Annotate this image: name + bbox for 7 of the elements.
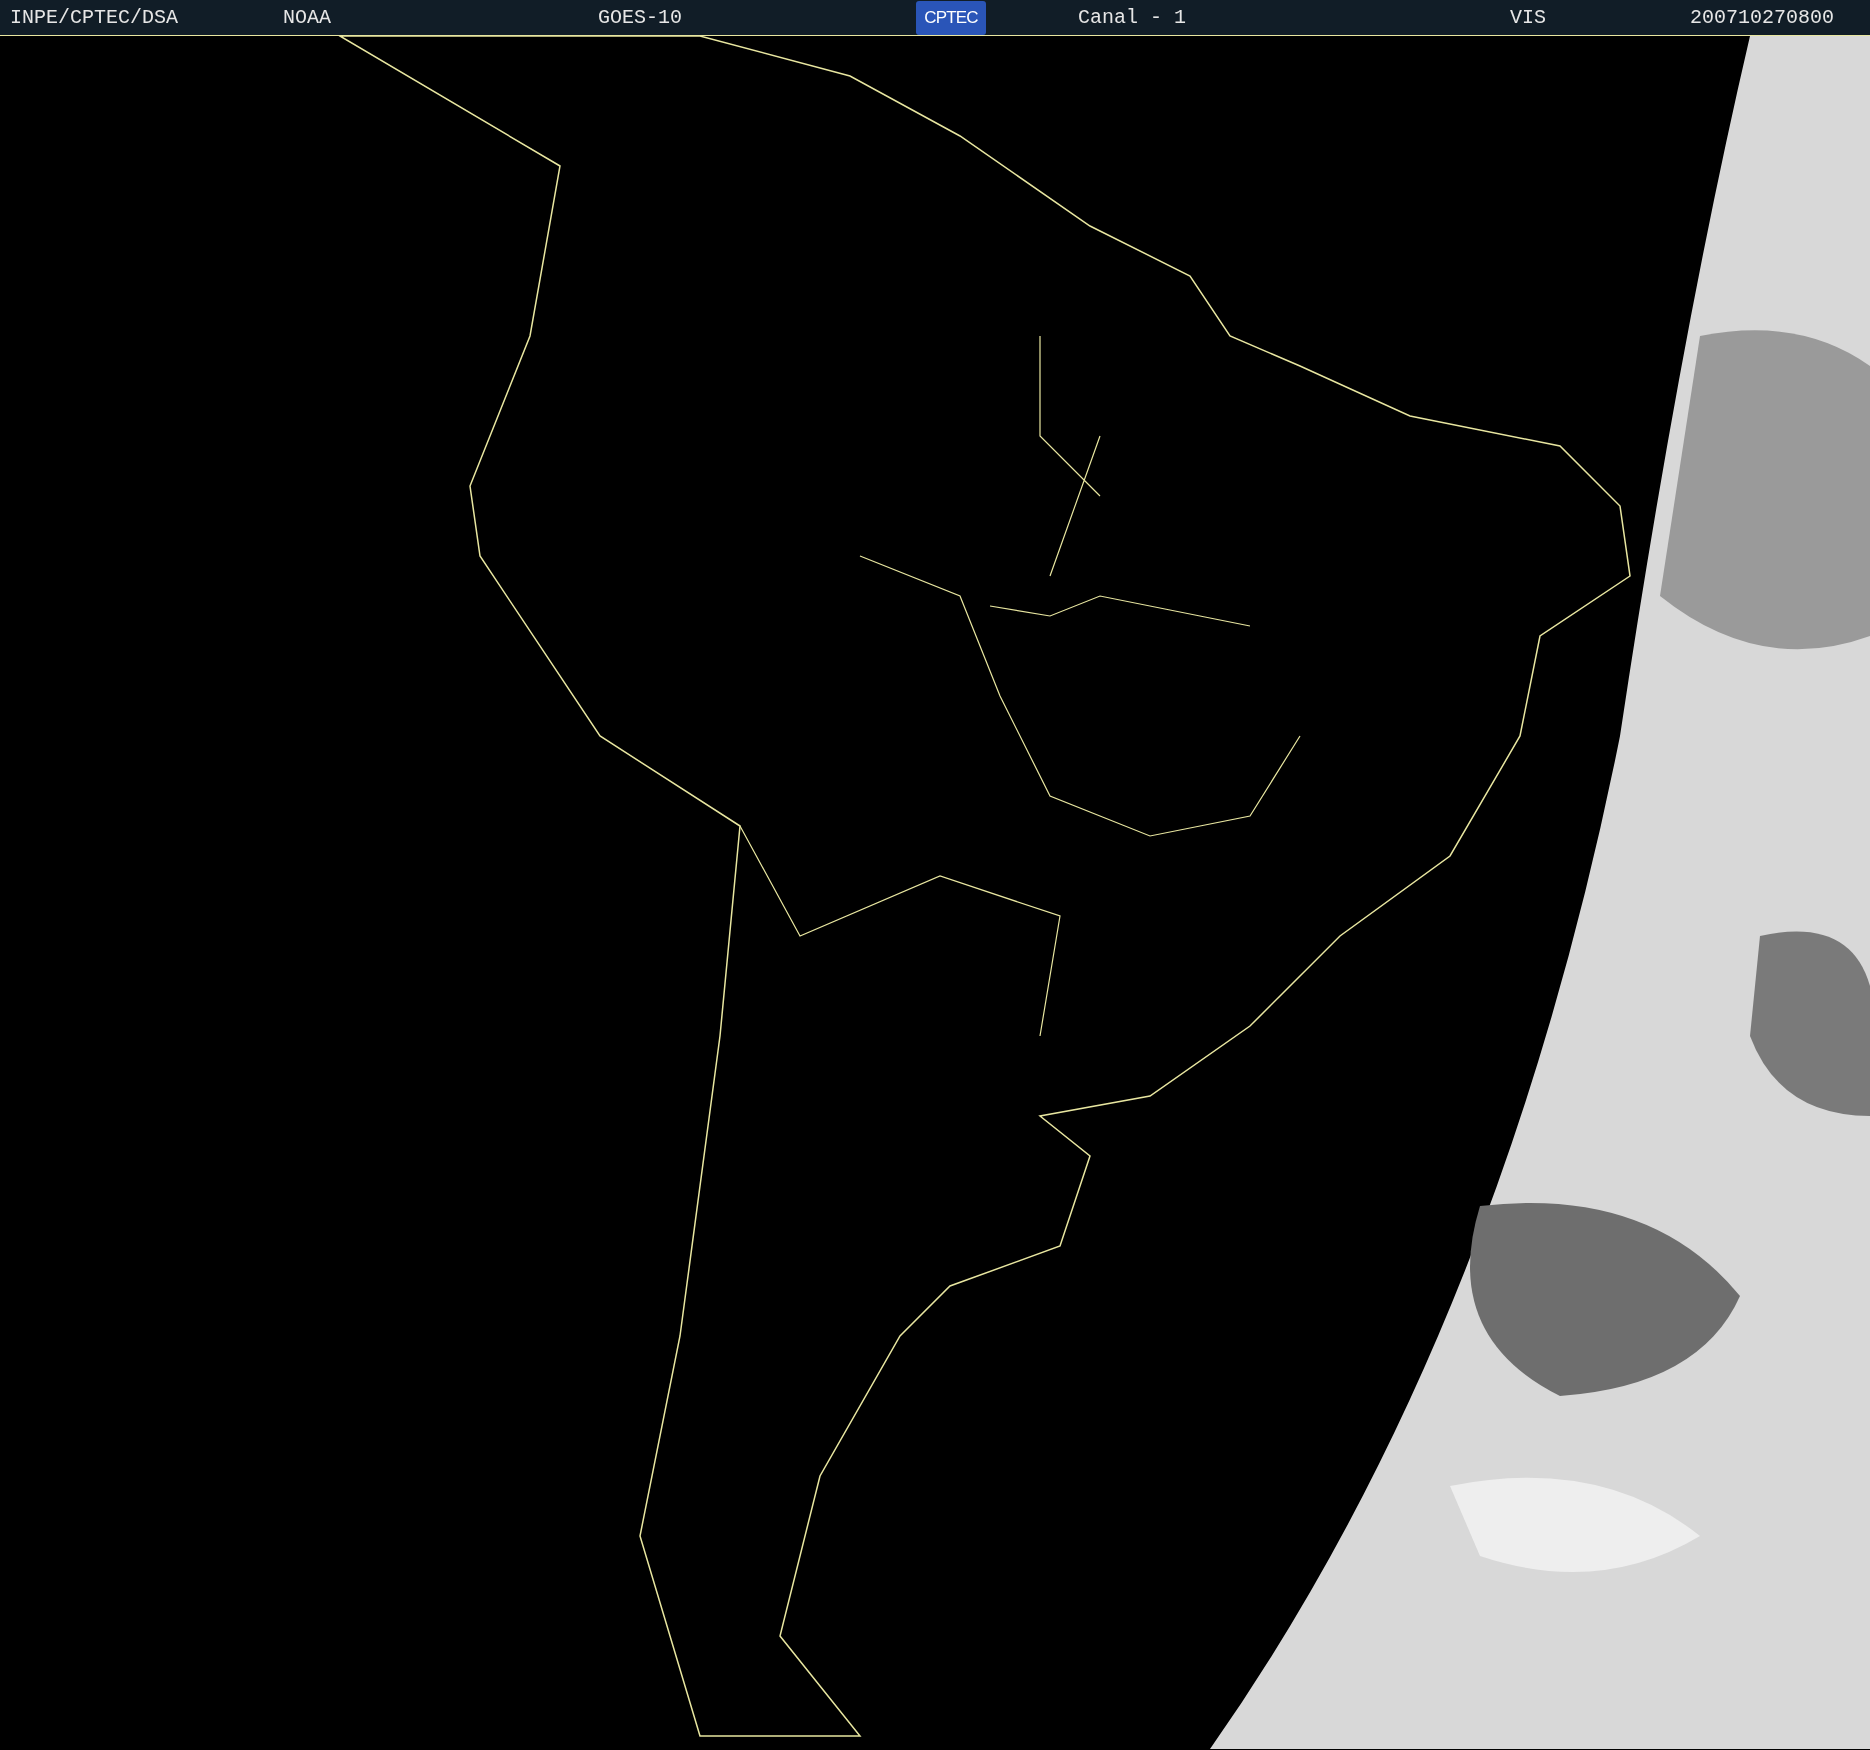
header-label: INPE/CPTEC/DSA	[10, 4, 179, 31]
header-label: GOES-10	[598, 4, 682, 31]
logo: CPTEC	[916, 1, 986, 35]
header-label: NOAA	[283, 4, 331, 31]
header-label: Canal - 1	[1078, 4, 1187, 31]
header-label: 200710270800	[1690, 4, 1835, 31]
header-label: VIS	[1510, 4, 1546, 31]
